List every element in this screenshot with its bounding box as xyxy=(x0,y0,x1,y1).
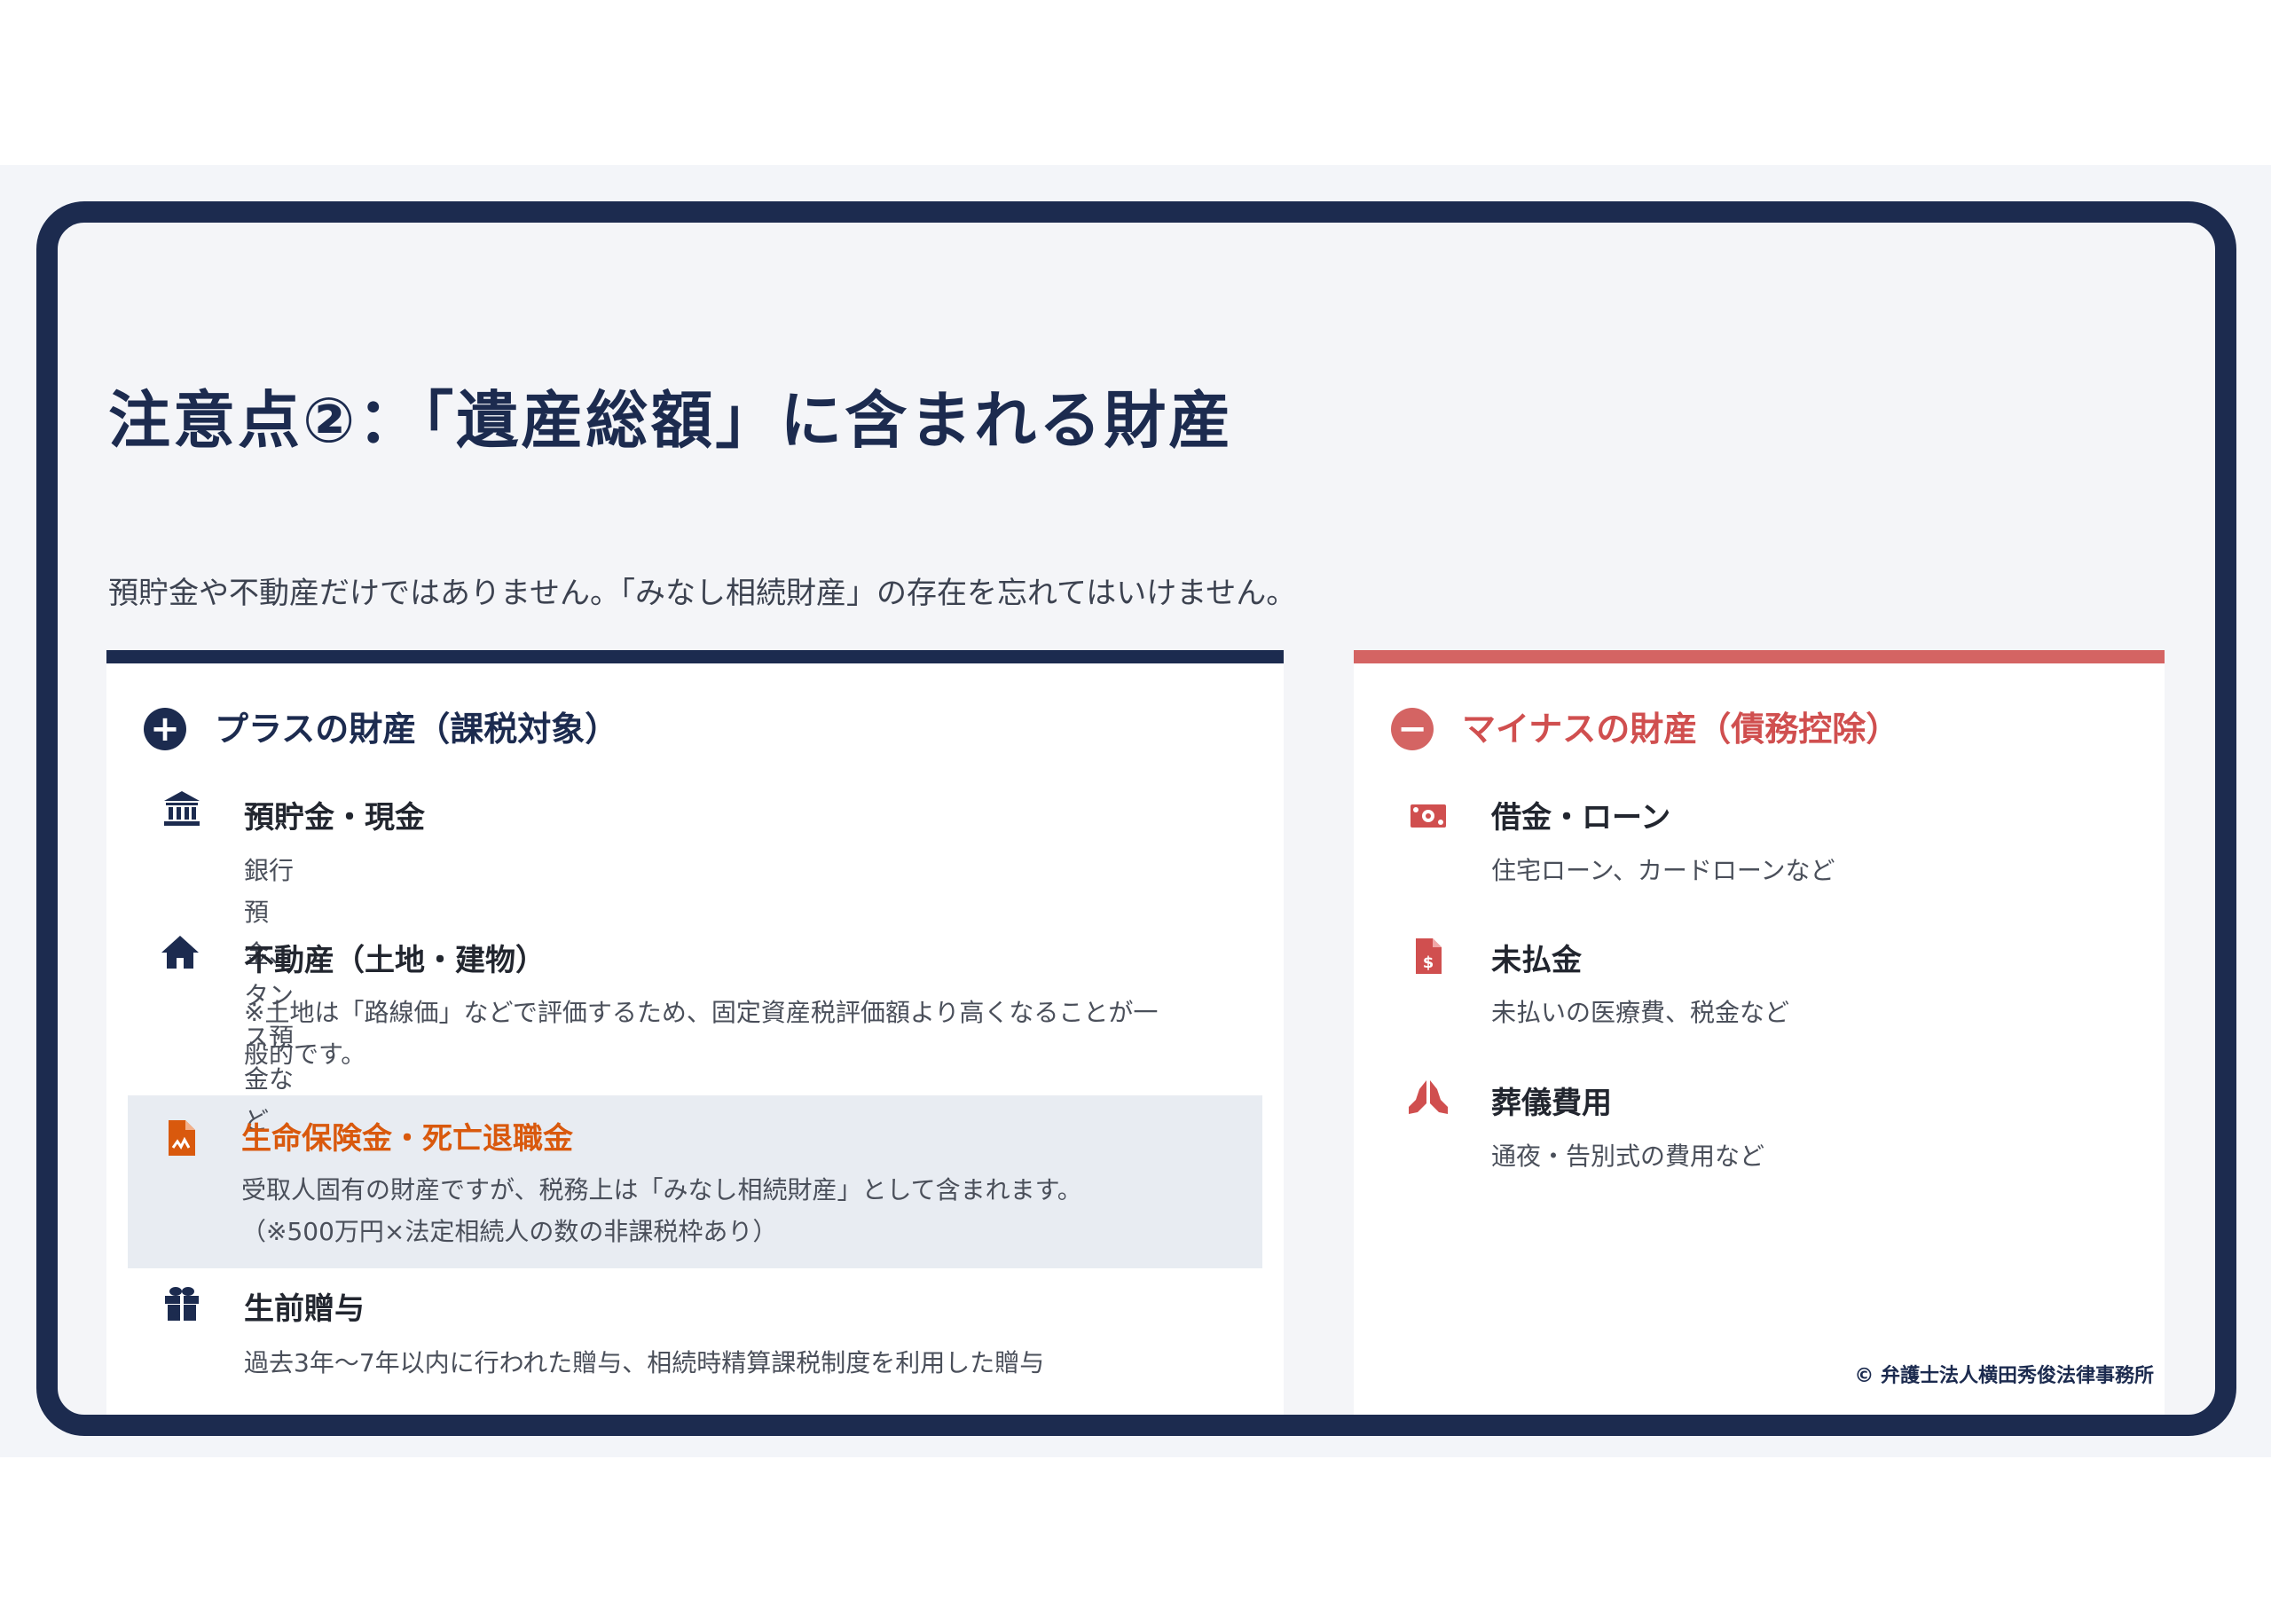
item-title: 生命保険金・死亡退職金 xyxy=(241,1121,573,1157)
item-title: 未払金 xyxy=(1491,943,1582,978)
plus-assets-header: + プラスの財産（課税対象） xyxy=(144,701,618,750)
gift-icon xyxy=(165,1287,199,1321)
document-icon xyxy=(169,1120,195,1156)
item-description: 未払いの医療費、税金など xyxy=(1491,998,1790,1027)
minus-assets-panel: − マイナスの財産（債務控除） 借金・ローン 住宅ローン、カードローンなど $ … xyxy=(1354,650,2165,1415)
plus-assets-heading: プラスの財産（課税対象） xyxy=(215,709,619,749)
minus-assets-header: − マイナスの財産（債務控除） xyxy=(1391,701,1899,750)
item-title: 預貯金・現金 xyxy=(244,800,425,836)
item-title: 借金・ローン xyxy=(1491,800,1671,836)
item-title: 生前贈与 xyxy=(244,1291,365,1327)
money-bill-icon xyxy=(1411,804,1446,828)
plus-assets-panel: + プラスの財産（課税対象） 預貯金・現金 銀行預金、タンス預金など 不動産（土… xyxy=(106,650,1284,1415)
item-description: 般的です。 xyxy=(244,1040,366,1069)
praying-hands-icon xyxy=(1409,1080,1448,1114)
item-description: 通夜・告別式の費用など xyxy=(1491,1142,1765,1171)
page-title: 注意点②：「遺産総額」に含まれる財産 xyxy=(108,384,1234,457)
minus-circle-icon: − xyxy=(1391,708,1434,750)
house-icon xyxy=(161,936,199,969)
page-subtitle: 預貯金や不動産だけではありません。「みなし相続財産」の存在を忘れてはいけません。 xyxy=(108,576,1297,611)
invoice-dollar-icon: $ xyxy=(1416,938,1442,974)
minus-assets-heading: マイナスの財産（債務控除） xyxy=(1462,709,1900,749)
plus-circle-icon: + xyxy=(144,708,186,750)
item-description: 受取人固有の財産ですが、税務上は「みなし相続財産」として含まれます。 xyxy=(241,1175,1082,1204)
svg-text:$: $ xyxy=(1423,953,1434,972)
item-title: 不動産（土地・建物） xyxy=(244,943,546,978)
item-title: 葬儀費用 xyxy=(1491,1086,1612,1121)
item-description: 住宅ローン、カードローンなど xyxy=(1491,856,1835,885)
item-description: （※500万円×法定相続人の数の非課税枠あり） xyxy=(241,1217,778,1246)
bank-icon xyxy=(164,791,200,826)
item-description: ※土地は「路線価」などで評価するため、固定資産税評価額より高くなることが一 xyxy=(244,998,1159,1027)
copyright-text: © 弁護士法人横田秀俊法律事務所 xyxy=(1854,1365,2154,1387)
item-description: 過去3年〜7年以内に行われた贈与、相続時精算課税制度を利用した贈与 xyxy=(244,1348,1045,1377)
